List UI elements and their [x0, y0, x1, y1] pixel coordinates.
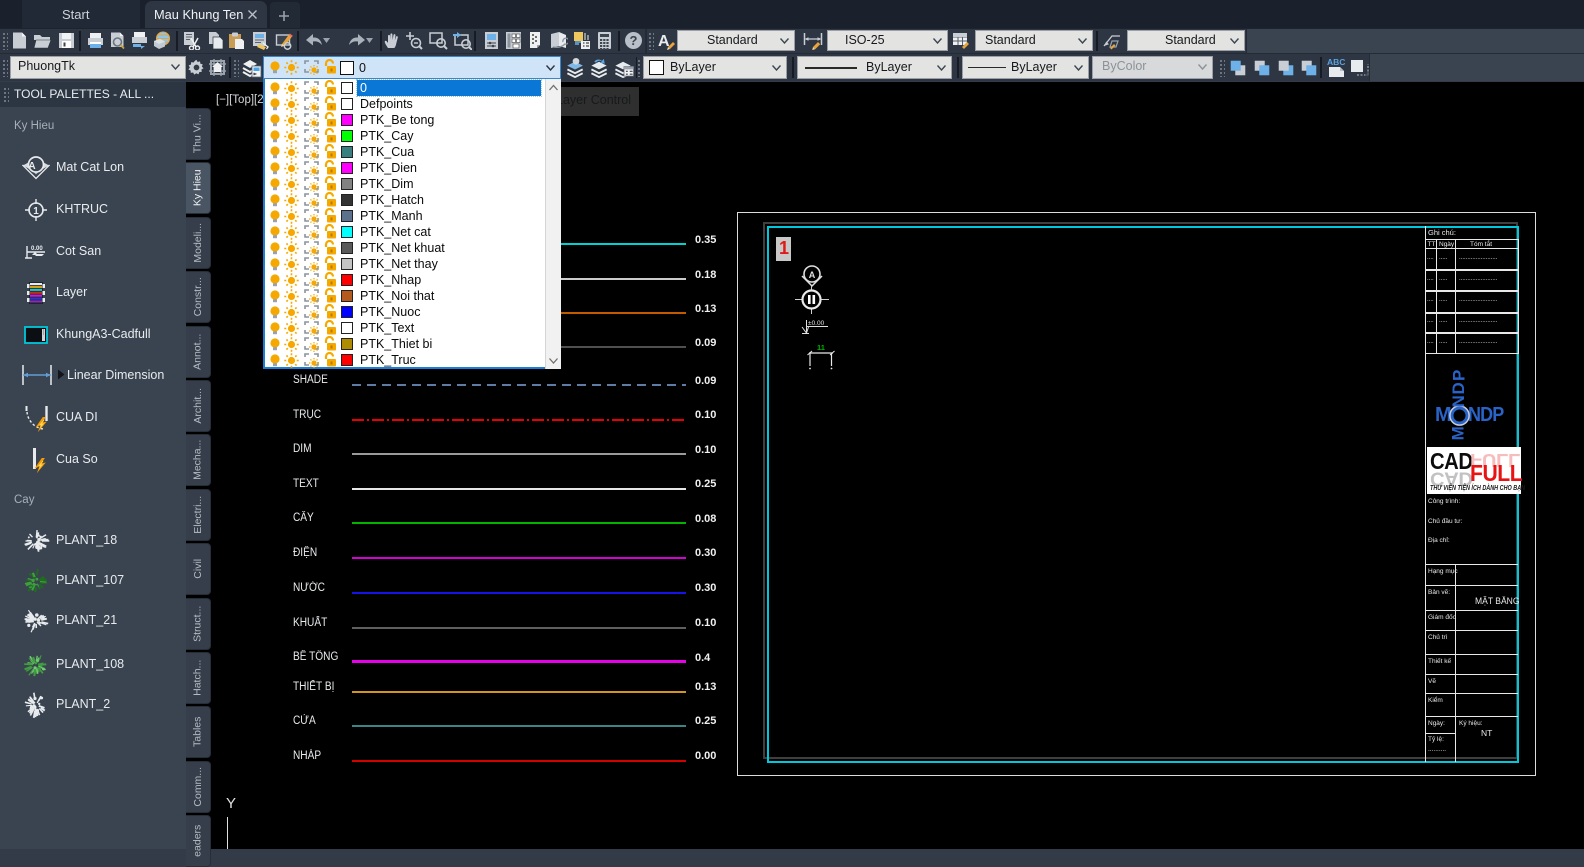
- svg-text:11: 11: [817, 343, 825, 352]
- svg-text:0.00: 0.00: [31, 246, 43, 252]
- svg-text:ABC: ABC: [1327, 57, 1345, 67]
- svg-text:±0.00: ±0.00: [808, 320, 825, 327]
- svg-text:A: A: [28, 161, 35, 172]
- svg-text:1: 1: [33, 206, 39, 217]
- svg-text:A: A: [809, 270, 816, 280]
- svg-text:?: ?: [630, 33, 638, 48]
